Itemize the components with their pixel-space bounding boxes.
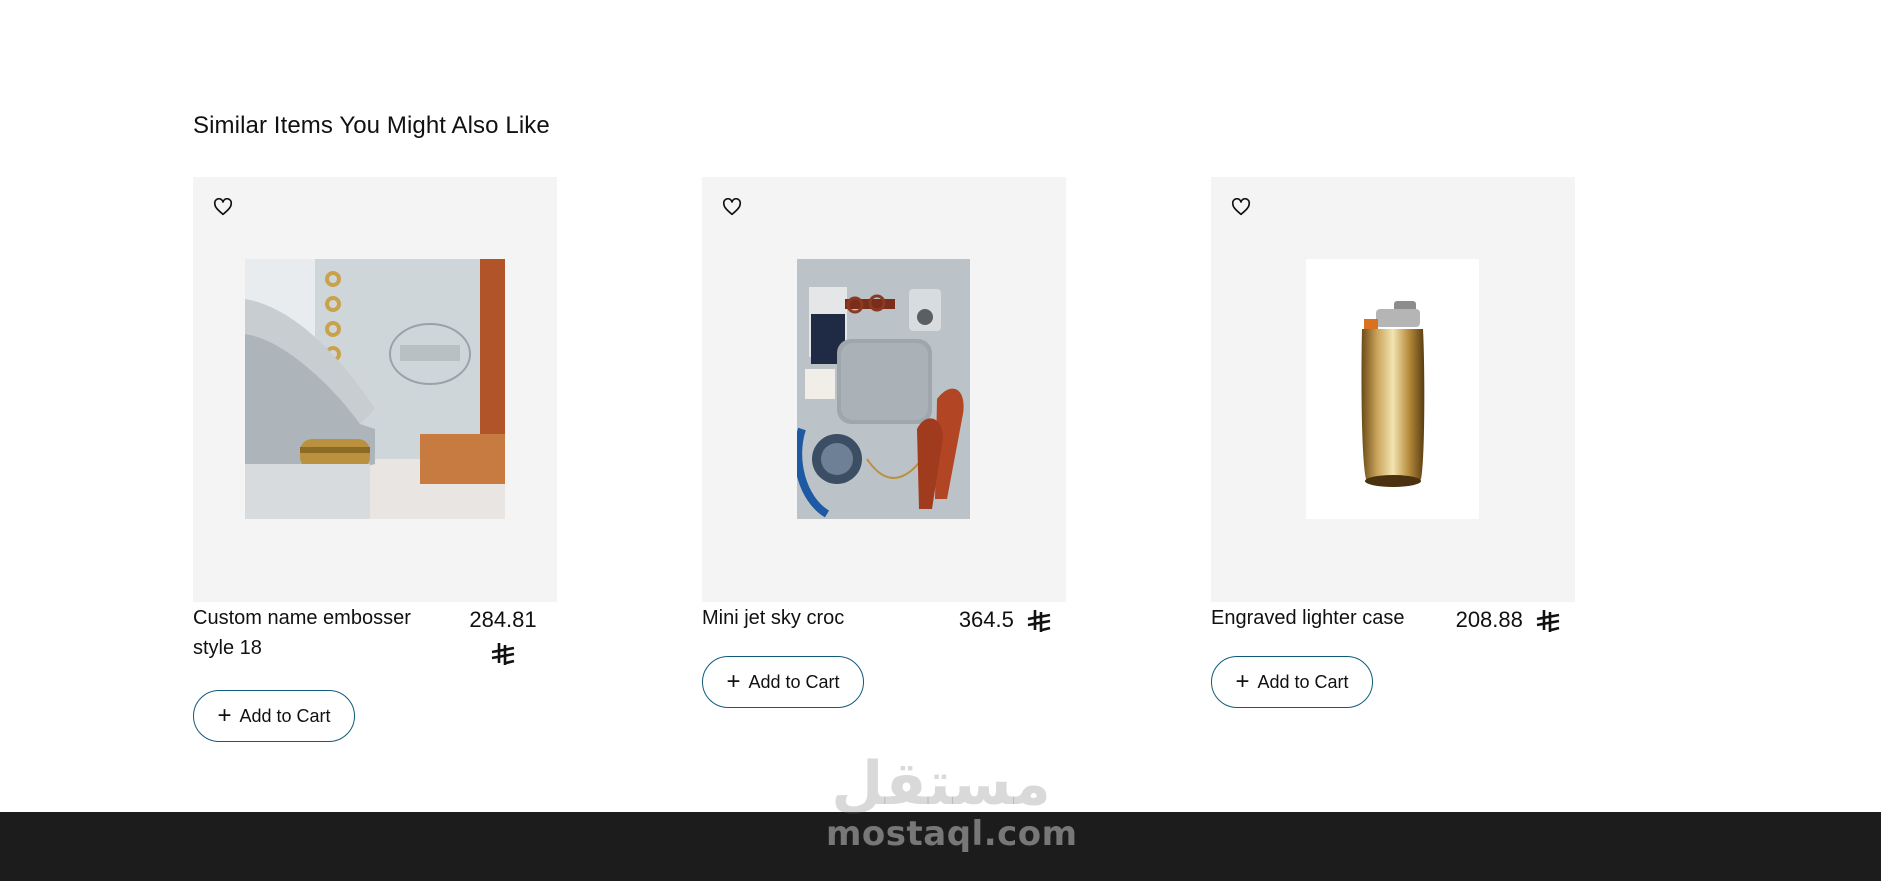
- gold-lighter-photo[interactable]: [1306, 259, 1479, 519]
- add-to-cart-button[interactable]: + Add to Cart: [702, 656, 864, 708]
- footer: [0, 812, 1881, 881]
- plus-icon: +: [1235, 668, 1250, 695]
- saudi-riyal-icon: [1027, 610, 1051, 633]
- product-price: 284.81: [461, 605, 545, 667]
- plus-icon: +: [726, 668, 741, 695]
- product-card: Engraved lighter case 208.88 + Add to Ca…: [1211, 177, 1575, 757]
- add-to-cart-label: Add to Cart: [1257, 671, 1349, 692]
- product-price: 364.5: [942, 605, 1052, 635]
- price-value: 208.88: [1455, 607, 1523, 632]
- product-card: Mini jet sky croc 364.5 + Add to Cart: [702, 177, 1066, 757]
- page: Similar Items You Might Also Like Custom…: [0, 0, 1881, 881]
- saudi-riyal-icon: [491, 643, 515, 665]
- product-name[interactable]: Mini jet sky croc: [702, 603, 957, 633]
- product-image-container[interactable]: [1211, 177, 1575, 602]
- add-to-cart-button[interactable]: + Add to Cart: [1211, 656, 1373, 708]
- heart-outline-icon[interactable]: [1227, 193, 1255, 221]
- embosser-stamp-photo[interactable]: [245, 259, 505, 519]
- add-to-cart-label: Add to Cart: [748, 671, 840, 692]
- saudi-riyal-icon: [1536, 610, 1560, 633]
- heart-outline-icon[interactable]: [718, 193, 746, 221]
- section-title: Similar Items You Might Also Like: [193, 112, 550, 139]
- add-to-cart-button[interactable]: + Add to Cart: [193, 690, 355, 742]
- heart-outline-icon[interactable]: [209, 193, 237, 221]
- product-name[interactable]: Engraved lighter case: [1211, 603, 1466, 633]
- product-card: Custom name embosser style 18 284.81 + A…: [193, 177, 557, 757]
- product-image-container[interactable]: [193, 177, 557, 602]
- plus-icon: +: [217, 702, 232, 729]
- product-price: 208.88: [1441, 605, 1561, 635]
- price-value: 364.5: [958, 607, 1014, 632]
- watermark-arabic: مستقل: [831, 749, 1051, 819]
- price-value: 284.81: [469, 607, 537, 632]
- add-to-cart-label: Add to Cart: [239, 705, 331, 726]
- product-image-container[interactable]: [702, 177, 1066, 602]
- product-grid: Custom name embosser style 18 284.81 + A…: [193, 177, 1575, 757]
- product-name[interactable]: Custom name embosser style 18: [193, 603, 448, 663]
- travel-flatlay-photo[interactable]: [797, 259, 970, 519]
